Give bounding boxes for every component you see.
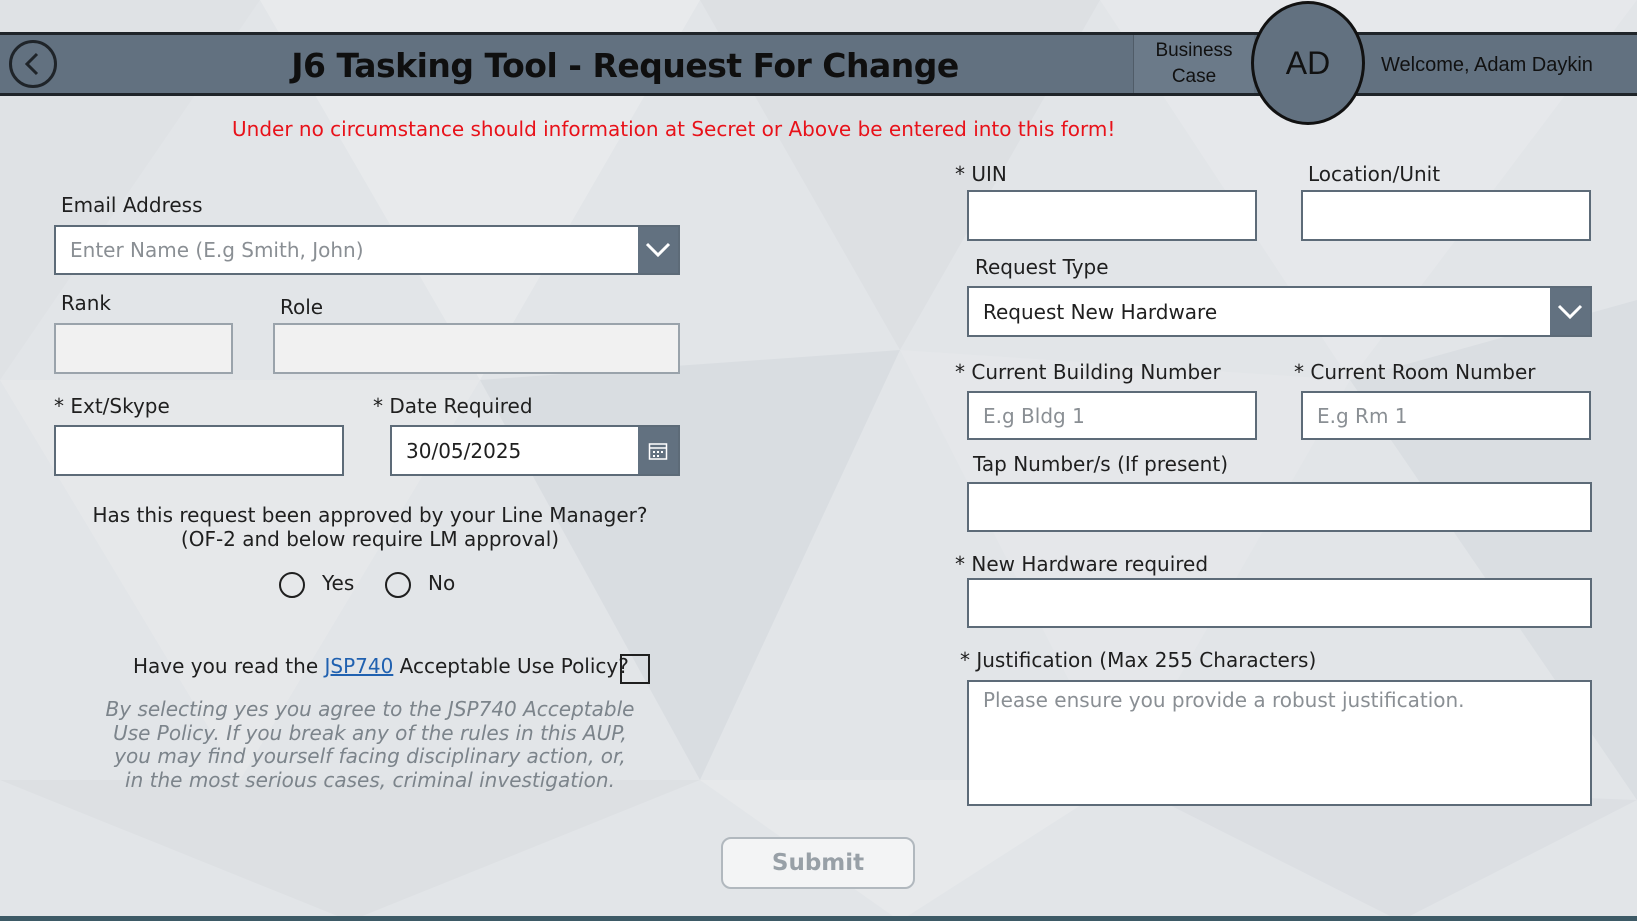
approval-yes-label: Yes (322, 571, 355, 595)
chevron-left-circle-icon (24, 52, 39, 76)
aup-question: Have you read the JSP740 Acceptable Use … (133, 654, 629, 678)
request-type-label: Request Type (975, 255, 1109, 279)
aup-checkbox[interactable] (620, 654, 650, 684)
justification-placeholder: Please ensure you provide a robust justi… (983, 688, 1465, 712)
approval-yes-radio[interactable] (279, 572, 305, 598)
disclaimer-line: Use Policy. If you break any of the rule… (113, 720, 627, 745)
request-type-value: Request New Hardware (983, 299, 1218, 324)
business-case-label-line1: Business (1155, 40, 1233, 61)
building-number-label: * Current Building Number (955, 360, 1221, 384)
calendar-icon (648, 442, 668, 460)
tap-number-label: Tap Number/s (If present) (973, 452, 1228, 476)
ext-skype-label: * Ext/Skype (54, 394, 170, 418)
ext-skype-input[interactable] (54, 425, 344, 476)
rank-label: Rank (61, 291, 111, 315)
disclaimer-line: you may find yourself facing disciplinar… (114, 744, 626, 768)
business-case-button[interactable]: Business Case (1133, 35, 1254, 93)
date-picker-button[interactable] (638, 427, 678, 474)
avatar: AD (1251, 1, 1365, 125)
approval-question-line1: Has this request been approved by your L… (92, 503, 648, 527)
disclaimer-line: in the most serious cases, criminal inve… (125, 767, 615, 792)
new-hardware-input[interactable] (967, 578, 1592, 628)
email-combobox[interactable]: Enter Name (E.g Smith, John) (54, 225, 680, 275)
building-number-placeholder: E.g Bldg 1 (983, 403, 1085, 428)
aup-disclaimer: By selecting yes you agree to the JSP740… (90, 697, 650, 792)
location-unit-input[interactable] (1301, 190, 1591, 241)
location-unit-label: Location/Unit (1308, 162, 1441, 186)
new-hardware-label: * New Hardware required (955, 552, 1209, 576)
rank-field (54, 323, 233, 374)
room-number-placeholder: E.g Rm 1 (1317, 403, 1408, 428)
email-placeholder: Enter Name (E.g Smith, John) (70, 238, 364, 262)
welcome-text: Welcome, Adam Daykin (1381, 54, 1593, 76)
role-field (273, 323, 680, 374)
approval-no-radio[interactable] (385, 572, 411, 598)
back-button[interactable] (9, 40, 57, 88)
date-required-label: * Date Required (373, 394, 533, 418)
chevron-down-icon (645, 242, 671, 258)
email-label: Email Address (61, 193, 203, 217)
building-number-input[interactable]: E.g Bldg 1 (967, 391, 1257, 440)
room-number-label: * Current Room Number (1294, 360, 1536, 384)
aup-suffix: Acceptable Use Policy? (393, 654, 629, 678)
email-dropdown-button[interactable] (638, 227, 678, 273)
approval-no-label: No (428, 571, 456, 595)
date-value: 30/05/2025 (406, 438, 522, 463)
security-warning: Under no circumstance should information… (232, 117, 1116, 141)
room-number-input[interactable]: E.g Rm 1 (1301, 391, 1591, 440)
tap-number-input[interactable] (967, 482, 1592, 532)
jsp740-link[interactable]: JSP740 (324, 654, 393, 678)
bottom-divider (0, 916, 1637, 921)
business-case-label-line2: Case (1171, 66, 1217, 87)
date-required-input[interactable]: 30/05/2025 (390, 425, 680, 476)
uin-label: * UIN (955, 162, 1007, 186)
page-title: J6 Tasking Tool - Request For Change (291, 46, 959, 85)
justification-label: * Justification (Max 255 Characters) (960, 648, 1317, 672)
aup-prefix: Have you read the (133, 654, 325, 678)
role-label: Role (280, 295, 324, 319)
disclaimer-line: By selecting yes you agree to the JSP740… (105, 697, 635, 721)
request-type-dropdown-button[interactable] (1550, 288, 1590, 335)
justification-textarea[interactable]: Please ensure you provide a robust justi… (967, 680, 1592, 806)
chevron-down-icon (1557, 304, 1583, 319)
approval-question-line2: (OF-2 and below require LM approval) (180, 527, 560, 551)
submit-button[interactable]: Submit (721, 837, 915, 889)
request-type-dropdown[interactable]: Request New Hardware (967, 286, 1592, 337)
uin-input[interactable] (967, 190, 1257, 241)
